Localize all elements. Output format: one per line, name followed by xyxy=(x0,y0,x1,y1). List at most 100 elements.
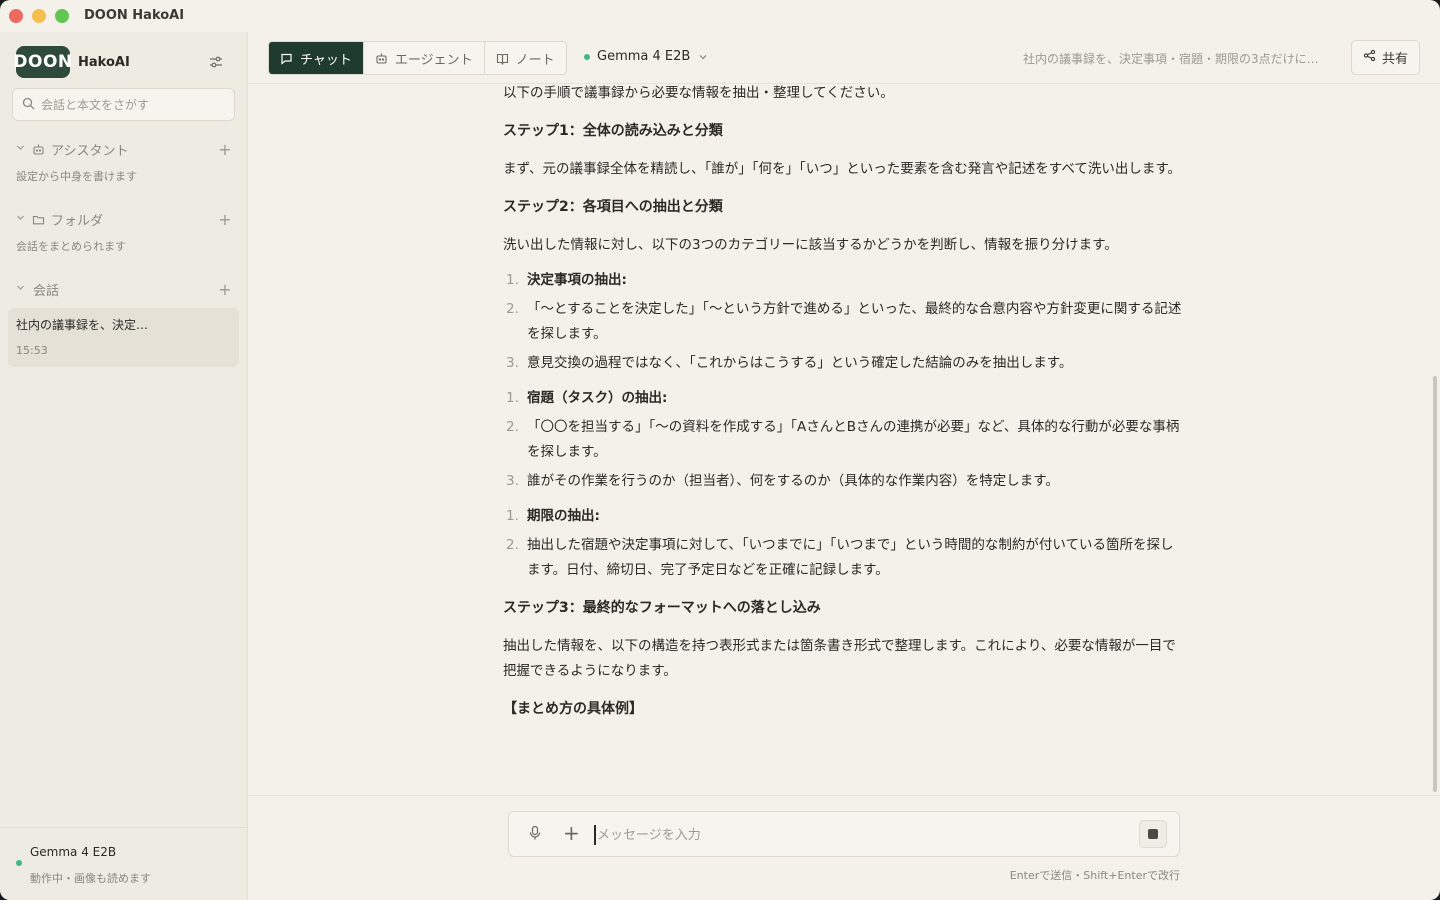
step-body: 洗い出した情報に対し、以下の3つのカテゴリーに該当するかどうかを判断し、情報を振… xyxy=(503,237,1118,253)
conversation-view: 以下の手順で議事録から必要な情報を抽出・整理してください。 ステップ1：全体の読… xyxy=(248,84,1440,795)
section-subtitle: 設定から中身を書けます xyxy=(16,170,137,183)
list-number: 1. xyxy=(506,272,519,288)
composer-hint: Enterで送信・Shift+Enterで改行 xyxy=(1009,869,1180,882)
list-number: 3. xyxy=(506,355,519,371)
tab-agent[interactable]: エージェント xyxy=(364,42,485,74)
tab-label: チャット xyxy=(300,52,352,68)
attach-button[interactable]: + xyxy=(563,821,580,845)
chevron-down-icon xyxy=(16,213,28,225)
title-bar: DOON HakoAI xyxy=(0,0,1440,32)
step-heading: ステップ1：全体の読み込みと分類 xyxy=(503,123,723,139)
search-input[interactable] xyxy=(41,97,231,112)
chevron-down-icon xyxy=(16,143,28,155)
assistant-message: 以下の手順で議事録から必要な情報を抽出・整理してください。 ステップ1：全体の読… xyxy=(503,84,1183,722)
brand: DOON HakoAI xyxy=(13,46,130,78)
list-item: 3. 誰がその作業を行うのか（担当者）、何をするのか（具体的な作業内容）を特定しま… xyxy=(503,469,1183,494)
tab-label: エージェント xyxy=(394,52,473,68)
list-text: 決定事項の抽出: xyxy=(527,272,627,288)
list-text: 意見交換の過程ではなく、「これからはこうする」という確定した結論のみを抽出します… xyxy=(527,355,1073,371)
robot-icon xyxy=(32,143,46,156)
robot-icon xyxy=(375,52,388,65)
section-title: アシスタント xyxy=(51,143,129,159)
section-title: 会話 xyxy=(33,283,60,299)
model-status-dot xyxy=(584,53,590,60)
share-button[interactable]: 共有 xyxy=(1351,40,1420,75)
list-number: 2. xyxy=(506,537,519,553)
status-indicator xyxy=(16,860,22,866)
stop-icon xyxy=(1148,829,1158,839)
example-heading: 【まとめ方の具体例】 xyxy=(503,701,643,717)
section-subtitle: 会話をまとめられます xyxy=(16,240,126,253)
list-item: 1. 宿題（タスク）の抽出: xyxy=(503,386,1183,411)
mode-tabs: チャット エージェント ノート xyxy=(268,41,567,75)
list-number: 2. xyxy=(506,419,519,435)
new-conversation-button[interactable]: + xyxy=(218,280,232,299)
text-caret xyxy=(594,825,596,845)
search-box[interactable] xyxy=(12,88,235,121)
list-item: 1. 期限の抽出: xyxy=(503,504,1183,529)
message-input[interactable] xyxy=(597,823,1127,847)
ordered-list: 1. 期限の抽出: 2. 抽出した宿題や決定事項に対して、「いつまでに」「いつまで」… xyxy=(503,504,1183,583)
list-number: 1. xyxy=(506,508,519,524)
app-window: DOON HakoAI DOON HakoAI アシス xyxy=(0,0,1440,900)
step-body: まず、元の議事録全体を精読し、「誰が」「何を」「いつ」といった要素を含む発言や記… xyxy=(503,161,1181,177)
list-item: 2. 抽出した宿題や決定事項に対して、「いつまでに」「いつまで」という時間的な制約… xyxy=(503,533,1183,583)
list-item: 1. 決定事項の抽出: xyxy=(503,268,1183,293)
section-conversations[interactable]: 会話 + xyxy=(16,279,232,299)
message-composer: + xyxy=(508,811,1180,857)
list-item: 2. 「〜とすることを決定した」「〜という方針で進める」といった、最終的な合意内容… xyxy=(503,297,1183,347)
message-intro: 以下の手順で議事録から必要な情報を抽出・整理してください。 xyxy=(503,85,894,101)
sidebar: DOON HakoAI アシスタント + 設定から中身を書けます xyxy=(0,32,248,900)
composer-area: + Enterで送信・Shift+Enterで改行 xyxy=(248,795,1440,900)
list-number: 1. xyxy=(506,390,519,406)
share-label: 共有 xyxy=(1381,52,1408,67)
brand-name: HakoAI xyxy=(78,54,130,70)
list-text: 宿題（タスク）の抽出: xyxy=(527,390,668,406)
list-text: 抽出した宿題や決定事項に対して、「いつまでに」「いつまで」という時間的な制約が付… xyxy=(527,537,1174,578)
model-selector[interactable]: Gemma 4 E2B xyxy=(584,49,708,64)
add-assistant-button[interactable]: + xyxy=(218,140,232,159)
list-number: 2. xyxy=(506,301,519,317)
close-window-button[interactable] xyxy=(9,9,23,23)
list-text: 「〇〇を担当する」「〜の資料を作成する」「AさんとBさんの連携が必要」など、具体… xyxy=(527,419,1180,460)
microphone-icon[interactable] xyxy=(528,825,542,845)
sidebar-settings-icon[interactable] xyxy=(208,54,226,72)
add-folder-button[interactable]: + xyxy=(218,210,232,229)
step-heading: ステップ2：各項目への抽出と分類 xyxy=(503,199,723,215)
chevron-down-icon xyxy=(16,283,28,295)
scrollbar[interactable] xyxy=(1433,376,1437,792)
window-title: DOON HakoAI xyxy=(84,8,185,23)
folder-icon xyxy=(32,213,46,226)
tab-notes[interactable]: ノート xyxy=(485,42,566,74)
doon-logo: DOON xyxy=(13,46,72,78)
list-text: 期限の抽出: xyxy=(527,508,600,524)
list-text: 誰がその作業を行うのか（担当者）、何をするのか（具体的な作業内容）を特定します。 xyxy=(527,473,1059,489)
list-item: 3. 意見交換の過程ではなく、「これからはこうする」という確定した結論のみを抽出し… xyxy=(503,351,1183,376)
search-icon xyxy=(22,95,35,114)
model-name: Gemma 4 E2B xyxy=(597,49,691,64)
list-text: 「〜とすることを決定した」「〜という方針で進める」といった、最終的な合意内容や方… xyxy=(527,301,1182,342)
minimize-window-button[interactable] xyxy=(32,9,46,23)
step-heading: ステップ3：最終的なフォーマットへの落とし込み xyxy=(503,600,821,616)
step-body: 抽出した情報を、以下の構造を持つ表形式または箇条書き形式で整理します。これにより… xyxy=(503,638,1176,679)
conversation-title: 社内の議事録を、決定… xyxy=(16,318,149,332)
book-icon xyxy=(496,52,509,65)
tab-label: ノート xyxy=(515,52,555,68)
section-title: フォルダ xyxy=(51,213,104,229)
ordered-list: 1. 決定事項の抽出: 2. 「〜とすることを決定した」「〜という方針で進める」とい… xyxy=(503,268,1183,376)
section-assistant[interactable]: アシスタント + xyxy=(16,139,232,159)
status-description: 動作中・画像も読めます xyxy=(30,872,151,885)
chevron-down-icon xyxy=(698,52,708,62)
status-model-name: Gemma 4 E2B xyxy=(30,845,117,859)
chat-bubble-icon xyxy=(280,52,293,65)
conversation-list-item[interactable]: 社内の議事録を、決定… 15:53 xyxy=(8,308,239,367)
tab-chat[interactable]: チャット xyxy=(269,42,364,74)
conversation-time: 15:53 xyxy=(16,344,48,357)
stop-generation-button[interactable] xyxy=(1139,820,1167,848)
section-folders[interactable]: フォルダ + xyxy=(16,209,232,229)
ordered-list: 1. 宿題（タスク）の抽出: 2. 「〇〇を担当する」「〜の資料を作成する」「Aさん… xyxy=(503,386,1183,494)
model-status-panel: Gemma 4 E2B 動作中・画像も読めます xyxy=(0,827,248,900)
list-number: 3. xyxy=(506,473,519,489)
maximize-window-button[interactable] xyxy=(55,9,69,23)
share-icon xyxy=(1363,49,1376,66)
